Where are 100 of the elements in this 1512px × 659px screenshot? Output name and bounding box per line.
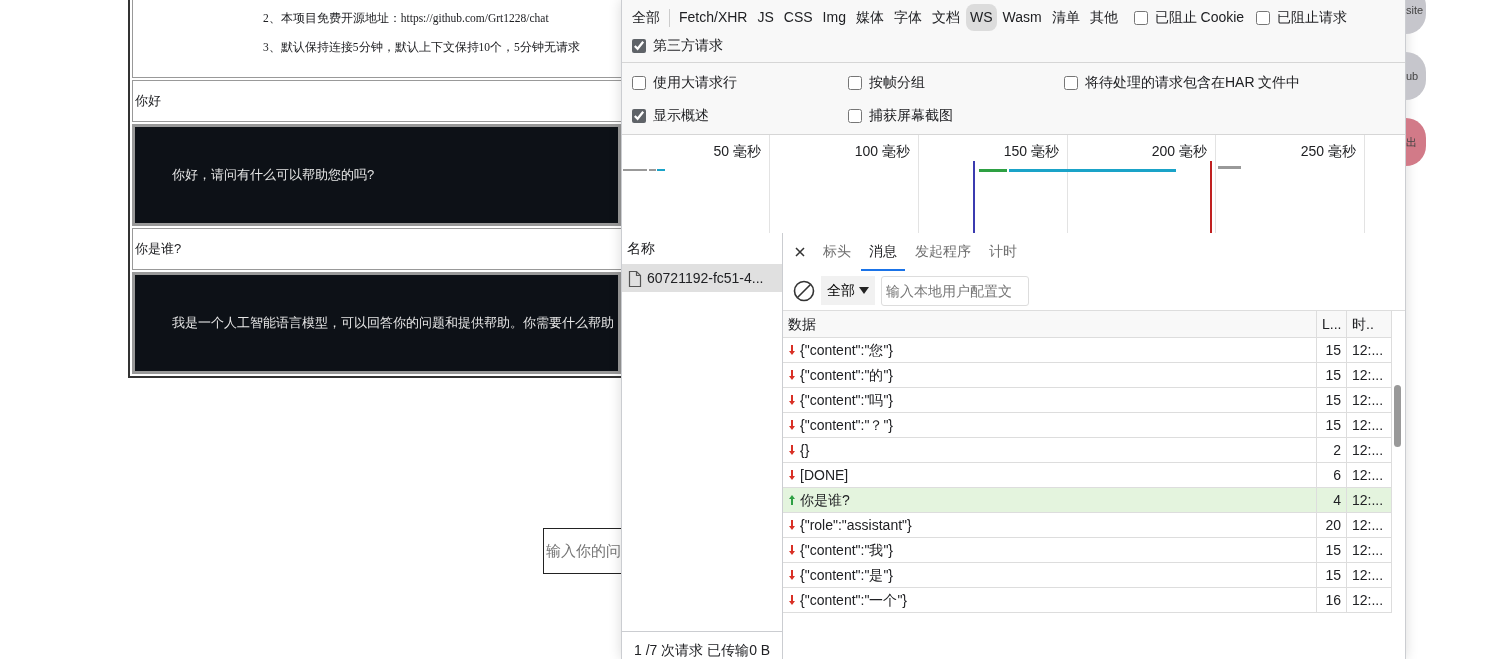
- column-header: 数据: [783, 311, 1317, 338]
- user-message: 你好: [135, 92, 161, 111]
- user-message: 你是谁?: [135, 240, 182, 259]
- table-cell: 12:...: [1347, 563, 1392, 588]
- filter-button[interactable]: Img: [818, 4, 850, 31]
- frame-data: [DONE]: [800, 465, 849, 485]
- filter-button[interactable]: 文档: [927, 4, 964, 31]
- frame-data: {"content":"吗"}: [800, 390, 894, 410]
- checkbox[interactable]: [632, 38, 646, 53]
- detail-tab[interactable]: 计时: [981, 233, 1025, 271]
- up-arrow-icon: [788, 494, 796, 506]
- column-header: 时..: [1347, 311, 1392, 338]
- detail-tab[interactable]: 标头: [815, 233, 859, 271]
- table-cell: 4: [1317, 488, 1347, 513]
- checkbox-label: 已阻止 Cookie: [1154, 8, 1245, 27]
- filter-button[interactable]: 字体: [889, 4, 926, 31]
- notice-text: 2、本项目免费开源地址：: [263, 12, 401, 24]
- down-arrow-icon: [788, 369, 796, 381]
- table-cell: 20: [1317, 513, 1347, 538]
- block-icon[interactable]: [793, 279, 815, 302]
- table-cell: 12:...: [1347, 588, 1392, 613]
- checkbox-label: 捕获屏幕截图: [869, 106, 953, 125]
- checkbox[interactable]: [1256, 10, 1271, 25]
- checkbox-label: 第三方请求: [653, 36, 723, 55]
- table-cell: 12:...: [1347, 413, 1392, 438]
- table-cell: 15: [1317, 538, 1347, 563]
- checkbox-label: 将待处理的请求包含在HAR 文件中: [1085, 73, 1301, 92]
- down-arrow-icon: [788, 519, 796, 531]
- table-cell: 12:...: [1347, 513, 1392, 538]
- close-icon[interactable]: [795, 247, 805, 257]
- filter-dropdown[interactable]: 全部: [821, 276, 875, 305]
- down-arrow-icon: [788, 394, 796, 406]
- filter-button[interactable]: WS: [965, 4, 997, 31]
- filter-field[interactable]: 输入本地用户配置文: [881, 275, 1029, 306]
- table-cell: 15: [1317, 563, 1347, 588]
- table-cell: 15: [1317, 338, 1347, 363]
- checkbox-label: 使用大请求行: [653, 73, 737, 92]
- checkbox[interactable]: [1133, 10, 1148, 25]
- side-button[interactable]: site: [1406, 0, 1426, 34]
- checkbox[interactable]: [632, 108, 646, 123]
- down-arrow-icon: [788, 569, 796, 581]
- filter-button[interactable]: 全部: [628, 4, 664, 31]
- repo-link[interactable]: https://github.com/Grt1228/chat: [400, 12, 549, 24]
- column-header: L...: [1317, 311, 1347, 338]
- frame-data: {}: [800, 440, 810, 460]
- checkbox[interactable]: [848, 75, 862, 90]
- tick-label: 100 毫秒: [854, 142, 910, 161]
- checkbox-label: 按帧分组: [869, 73, 925, 92]
- down-arrow-icon: [788, 594, 796, 606]
- filter-button[interactable]: CSS: [779, 4, 817, 31]
- table-cell: 12:...: [1347, 488, 1392, 513]
- frame-data: {"content":"的"}: [800, 365, 894, 385]
- frame-data: {"content":"是"}: [800, 565, 894, 585]
- status-text: 1 /7 次请求 已传输0 B: [622, 631, 782, 659]
- file-icon: [628, 269, 642, 288]
- frame-data: {"content":"？"}: [800, 415, 894, 435]
- detail-tab[interactable]: 消息: [861, 233, 905, 271]
- reply-text: 你好，请问有什么可以帮助您的吗?: [172, 166, 375, 185]
- down-arrow-icon: [788, 419, 796, 431]
- side-button[interactable]: ub: [1406, 52, 1426, 100]
- frame-data: {"content":"一个"}: [800, 590, 908, 610]
- reply-text: 我是一个人工智能语言模型，可以回答你的问题和提供帮助。你需要什么帮助: [172, 314, 614, 333]
- tick-label: 150 毫秒: [1003, 142, 1059, 161]
- table-cell: 16: [1317, 588, 1347, 613]
- request-name: 60721192-fc51-4...: [647, 269, 764, 288]
- checkbox[interactable]: [848, 108, 862, 123]
- down-arrow-icon: [788, 469, 796, 481]
- down-arrow-icon: [788, 444, 796, 456]
- down-arrow-icon: [788, 344, 796, 356]
- down-arrow-icon: [788, 544, 796, 556]
- request-item[interactable]: 60721192-fc51-4...: [622, 265, 782, 292]
- frame-data: {"role":"assistant"}: [800, 515, 912, 535]
- frame-data: 你是谁?: [800, 490, 850, 510]
- tick-label: 200 毫秒: [1151, 142, 1207, 161]
- table-cell: 12:...: [1347, 438, 1392, 463]
- frame-data: {"content":"我"}: [800, 540, 894, 560]
- filter-button[interactable]: 媒体: [851, 4, 888, 31]
- filter-button[interactable]: 清单: [1047, 4, 1084, 31]
- checkbox-label: 显示概述: [653, 106, 709, 125]
- filter-button[interactable]: JS: [753, 4, 778, 31]
- table-cell: 12:...: [1347, 538, 1392, 563]
- table-cell: 12:...: [1347, 388, 1392, 413]
- detail-tab[interactable]: 发起程序: [907, 233, 979, 271]
- table-cell: 15: [1317, 363, 1347, 388]
- table-cell: 15: [1317, 388, 1347, 413]
- tick-label: 50 毫秒: [713, 142, 761, 161]
- checkbox[interactable]: [1064, 75, 1078, 90]
- filter-button[interactable]: 其他: [1085, 4, 1122, 31]
- frame-data: {"content":"您"}: [800, 340, 894, 360]
- checkbox[interactable]: [632, 75, 646, 90]
- checkbox-label: 已阻止请求: [1277, 8, 1348, 27]
- table-cell: 2: [1317, 438, 1347, 463]
- filter-button[interactable]: Fetch/XHR: [675, 4, 752, 31]
- caret-icon: [859, 287, 869, 294]
- tick-label: 250 毫秒: [1300, 142, 1356, 161]
- table-cell: 12:...: [1347, 363, 1392, 388]
- filter-button[interactable]: Wasm: [998, 4, 1046, 31]
- table-cell: 12:...: [1347, 338, 1392, 363]
- table-cell: 15: [1317, 413, 1347, 438]
- notice-text: 3、默认保持连接5分钟，默认上下文保持10个，5分钟无请求: [263, 41, 580, 53]
